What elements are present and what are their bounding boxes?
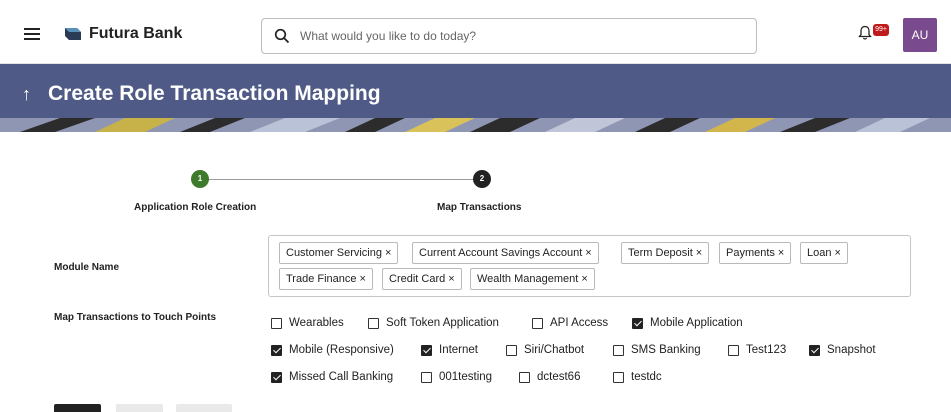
remove-icon[interactable]: × — [585, 247, 591, 259]
tertiary-action-button[interactable] — [176, 404, 232, 412]
bank-logo-icon — [65, 28, 81, 40]
back-arrow-icon[interactable]: ↑ — [22, 84, 31, 105]
remove-icon[interactable]: × — [778, 247, 784, 259]
step-1-label: Application Role Creation — [134, 202, 257, 213]
step-2-indicator: 2 — [473, 170, 491, 188]
avatar[interactable]: AU — [903, 18, 937, 52]
module-chip[interactable]: Trade Finance × — [279, 268, 373, 290]
notification-badge: 99+ — [873, 24, 889, 36]
checkbox-label: Internet — [439, 344, 478, 356]
banner-pattern — [0, 118, 951, 132]
module-chip[interactable]: Payments × — [719, 242, 792, 264]
touchpoints-label: Map Transactions to Touch Points — [54, 312, 217, 323]
module-chip-label: Trade Finance — [286, 273, 357, 285]
checkbox-box[interactable] — [809, 345, 820, 356]
checkbox-label: Missed Call Banking — [289, 371, 394, 383]
search-input[interactable]: What would you like to do today? — [261, 18, 757, 54]
checkbox-label: testdc — [631, 371, 662, 383]
checkbox-box[interactable] — [506, 345, 517, 356]
checkbox-label: Mobile Application — [650, 317, 743, 329]
checkbox-label: Soft Token Application — [386, 317, 499, 329]
remove-icon[interactable]: × — [696, 247, 702, 259]
secondary-action-button[interactable] — [116, 404, 163, 412]
module-chip-label: Credit Card — [389, 273, 446, 285]
checkbox-label: dctest66 — [537, 371, 581, 383]
remove-icon[interactable]: × — [834, 247, 840, 259]
checkbox-box[interactable] — [613, 372, 624, 383]
module-name-label: Module Name — [54, 262, 120, 273]
checkbox-box[interactable] — [632, 318, 643, 329]
checkbox-box[interactable] — [271, 345, 282, 356]
page-banner: ↑ Create Role Transaction Mapping — [0, 64, 951, 132]
module-chip[interactable]: Term Deposit × — [621, 242, 710, 264]
step-2-label: Map Transactions — [437, 202, 522, 213]
search-placeholder: What would you like to do today? — [300, 29, 477, 43]
checkbox-label: SMS Banking — [631, 344, 701, 356]
checkbox-label: API Access — [550, 317, 609, 329]
brand-name: Futura Bank — [89, 25, 183, 42]
module-chip-label: Term Deposit — [628, 247, 693, 259]
module-multiselect[interactable]: Customer Servicing × Current Account Savi… — [268, 235, 911, 297]
module-chip-label: Loan — [807, 247, 832, 259]
checkbox-label: Siri/Chatbot — [524, 344, 585, 356]
checkbox-label: Wearables — [289, 317, 344, 329]
bell-icon[interactable] — [858, 25, 872, 41]
checkbox-box[interactable] — [421, 372, 432, 383]
search-icon — [274, 28, 290, 44]
remove-icon[interactable]: × — [385, 247, 391, 259]
stepper-line — [200, 179, 482, 180]
checkbox-label: 001testing — [439, 371, 493, 383]
main-content: 1 2 Application Role Creation Map Transa… — [0, 132, 951, 412]
module-chip-label: Customer Servicing — [286, 247, 382, 259]
remove-icon[interactable]: × — [360, 273, 366, 285]
page-title: Create Role Transaction Mapping — [48, 82, 381, 105]
checkbox-box[interactable] — [421, 345, 432, 356]
checkbox-label: Mobile (Responsive) — [289, 344, 394, 356]
checkbox-label: Test123 — [746, 344, 787, 356]
module-chip-label: Current Account Savings Account — [419, 247, 583, 259]
checkbox-box[interactable] — [613, 345, 624, 356]
module-chip[interactable]: Current Account Savings Account × — [412, 242, 599, 264]
step-1-indicator: 1 — [191, 170, 209, 188]
top-header: Futura Bank What would you like to do to… — [0, 0, 951, 64]
menu-icon[interactable] — [24, 28, 40, 40]
module-chip-label: Wealth Management — [477, 273, 579, 285]
checkbox-box[interactable] — [728, 345, 739, 356]
module-chip-label: Payments — [726, 247, 775, 259]
checkbox-label: Snapshot — [827, 344, 876, 356]
module-chip[interactable]: Loan × — [800, 242, 848, 264]
remove-icon[interactable]: × — [581, 273, 587, 285]
remove-icon[interactable]: × — [448, 273, 454, 285]
module-chip[interactable]: Customer Servicing × — [279, 242, 399, 264]
checkbox-box[interactable] — [271, 372, 282, 383]
module-chip[interactable]: Wealth Management × — [470, 268, 595, 290]
primary-action-button[interactable] — [54, 404, 101, 412]
module-chip[interactable]: Credit Card × — [382, 268, 462, 290]
checkbox-box[interactable] — [368, 318, 379, 329]
checkbox-box[interactable] — [532, 318, 543, 329]
checkbox-box[interactable] — [271, 318, 282, 329]
checkbox-box[interactable] — [519, 372, 530, 383]
